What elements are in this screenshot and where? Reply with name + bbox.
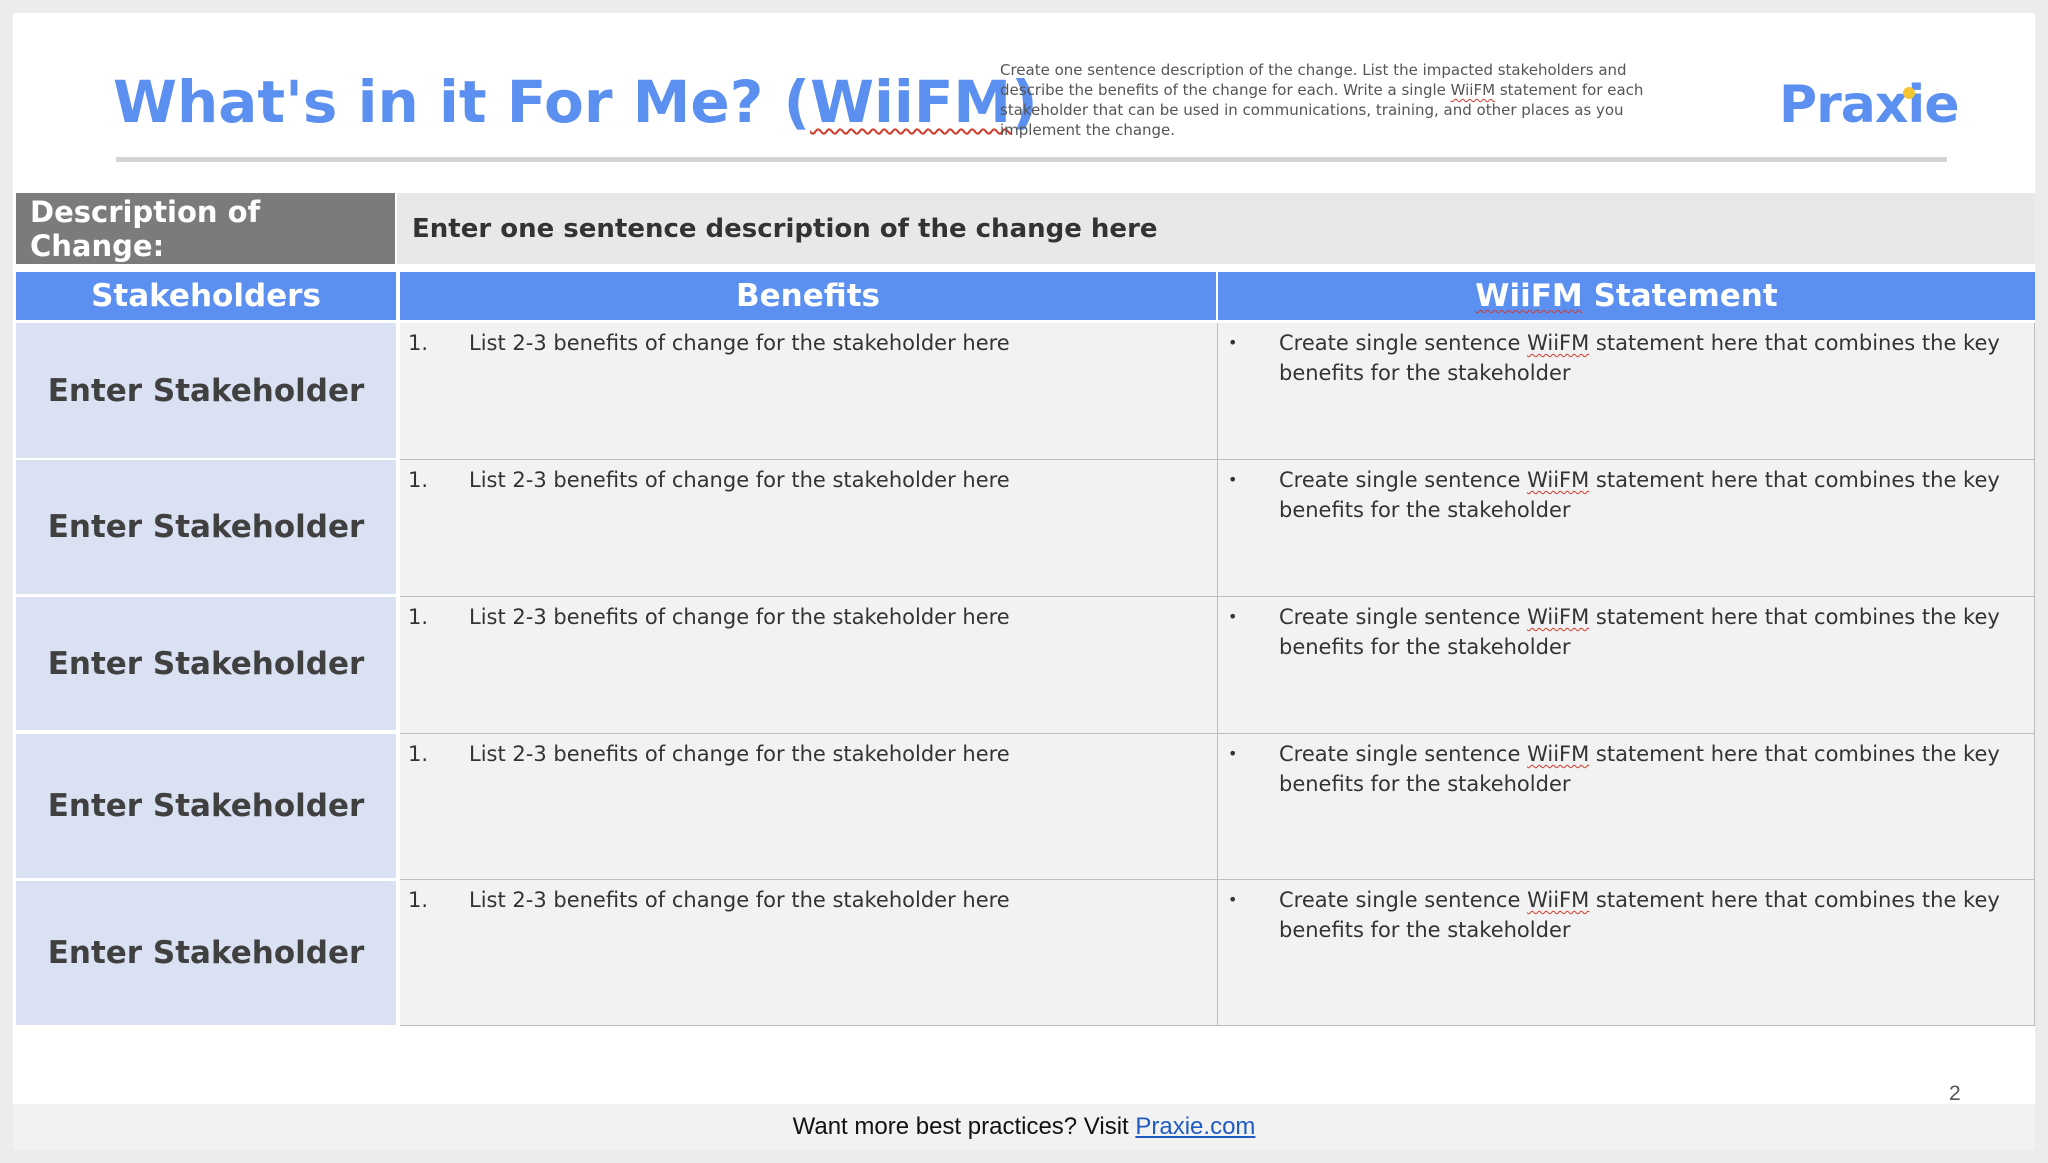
benefit-text: List 2-3 benefits of change for the stak… [469, 742, 1010, 766]
stakeholder-cell[interactable]: Enter Stakeholder [16, 734, 396, 878]
bullet-icon: • [1228, 470, 1238, 489]
footer-link[interactable]: Praxie.com [1135, 1113, 1255, 1141]
slide: What's in it For Me? (WiiFM) Create one … [13, 13, 2035, 1150]
page-number: 2 [1949, 1082, 1961, 1105]
footer-text: Want more best practices? Visit [792, 1113, 1136, 1140]
header-stakeholders: Stakeholders [16, 272, 396, 320]
list-number: 1. [408, 888, 429, 912]
bullet-icon: • [1228, 607, 1238, 626]
stakeholder-cell[interactable]: Enter Stakeholder [16, 881, 396, 1025]
instructions-wiifm: WiiFM [1450, 81, 1496, 99]
wiifm-text-a: Create single sentence [1279, 742, 1528, 766]
wiifm-text: Create single sentence WiiFM statement h… [1279, 328, 2006, 388]
wiifm-text-a: Create single sentence [1279, 468, 1528, 492]
stakeholder-cell[interactable]: Enter Stakeholder [16, 460, 396, 594]
wiifm-text-b: WiiFM [1527, 888, 1590, 912]
wiifm-text-b: WiiFM [1527, 605, 1590, 629]
wiifm-cell[interactable]: • Create single sentence WiiFM statement… [1218, 460, 2035, 597]
benefits-cell[interactable]: 1. List 2-3 benefits of change for the s… [400, 880, 1218, 1026]
list-number: 1. [408, 742, 429, 766]
list-number: 1. [408, 468, 429, 492]
title-divider [116, 157, 1947, 162]
description-input[interactable]: Enter one sentence description of the ch… [397, 193, 2035, 264]
wiifm-text: Create single sentence WiiFM statement h… [1279, 885, 2006, 945]
header-wiifm-prefix: WiiFM [1475, 278, 1583, 314]
title-text: What's in it For Me? ( [113, 68, 811, 136]
benefits-cell[interactable]: 1. List 2-3 benefits of change for the s… [400, 323, 1218, 460]
bullet-icon: • [1228, 890, 1238, 909]
wiifm-text: Create single sentence WiiFM statement h… [1279, 602, 2006, 662]
wiifm-text-a: Create single sentence [1279, 888, 1528, 912]
footer: Want more best practices? Visit Praxie.c… [13, 1104, 2035, 1150]
page-title: What's in it For Me? (WiiFM) [113, 68, 1038, 136]
wiifm-text-a: Create single sentence [1279, 605, 1528, 629]
wiifm-cell[interactable]: • Create single sentence WiiFM statement… [1218, 597, 2035, 734]
instructions-text: Create one sentence description of the c… [1000, 60, 1690, 140]
description-label: Description of Change: [16, 193, 395, 264]
header-wiifm-suffix: Statement [1582, 278, 1778, 314]
wiifm-cell[interactable]: • Create single sentence WiiFM statement… [1218, 323, 2035, 460]
wiifm-text-a: Create single sentence [1279, 331, 1528, 355]
benefit-text: List 2-3 benefits of change for the stak… [469, 888, 1010, 912]
benefit-text: List 2-3 benefits of change for the stak… [469, 331, 1010, 355]
header-benefits: Benefits [400, 272, 1216, 320]
benefits-cell[interactable]: 1. List 2-3 benefits of change for the s… [400, 460, 1218, 597]
list-number: 1. [408, 331, 429, 355]
title-wiifm: WiiFM [810, 68, 1012, 136]
logo-dot-icon [1903, 87, 1915, 99]
wiifm-text-b: WiiFM [1527, 468, 1590, 492]
benefit-text: List 2-3 benefits of change for the stak… [469, 605, 1010, 629]
stakeholder-cell[interactable]: Enter Stakeholder [16, 597, 396, 730]
bullet-icon: • [1228, 333, 1238, 352]
wiifm-cell[interactable]: • Create single sentence WiiFM statement… [1218, 734, 2035, 880]
benefit-text: List 2-3 benefits of change for the stak… [469, 468, 1010, 492]
praxie-logo: Praxie [1779, 75, 1959, 135]
wiifm-text: Create single sentence WiiFM statement h… [1279, 465, 2006, 525]
stakeholder-cell[interactable]: Enter Stakeholder [16, 323, 396, 458]
benefits-cell[interactable]: 1. List 2-3 benefits of change for the s… [400, 597, 1218, 734]
wiifm-text-b: WiiFM [1527, 331, 1590, 355]
wiifm-text-b: WiiFM [1527, 742, 1590, 766]
header-wiifm: WiiFM Statement [1218, 272, 2035, 320]
wiifm-cell[interactable]: • Create single sentence WiiFM statement… [1218, 880, 2035, 1026]
list-number: 1. [408, 605, 429, 629]
bullet-icon: • [1228, 744, 1238, 763]
wiifm-text: Create single sentence WiiFM statement h… [1279, 739, 2006, 799]
benefits-cell[interactable]: 1. List 2-3 benefits of change for the s… [400, 734, 1218, 880]
